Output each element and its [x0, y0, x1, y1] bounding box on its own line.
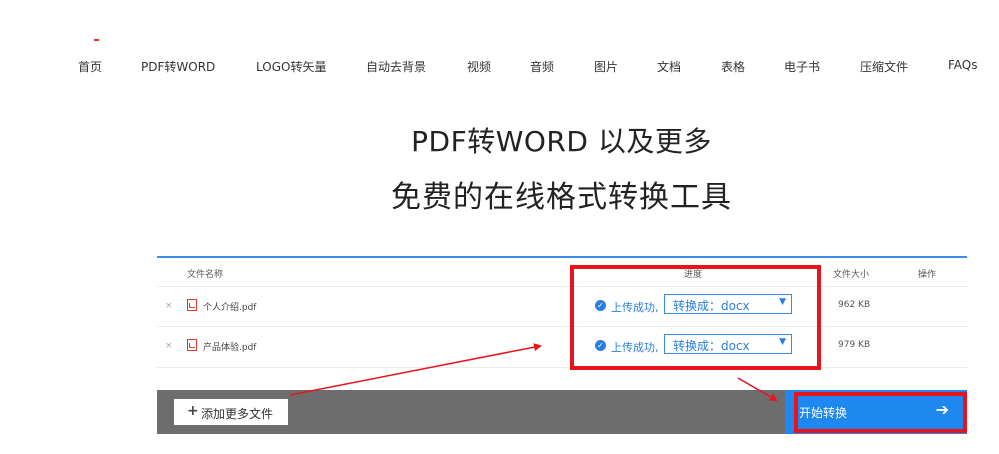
nav-item-archive[interactable]: 压缩文件: [860, 58, 908, 75]
format-select-value: 转换成：docx: [673, 339, 750, 353]
add-more-files-label: 添加更多文件: [201, 407, 274, 421]
nav-item-remove-background[interactable]: 自动去背景: [366, 58, 426, 75]
col-header-action: 操作: [918, 270, 937, 280]
nav-item-faqs[interactable]: FAQs: [948, 58, 978, 72]
arrow-right-icon: ➔: [935, 400, 949, 419]
nav-item-audio[interactable]: 音频: [530, 58, 554, 75]
conversion-panel: 文件名称 进度 文件大小 操作 × 个人介绍.pdf ✓ 上传成功, 转换成：d…: [157, 256, 967, 436]
start-conversion-label: 开始转换: [799, 406, 848, 420]
pdf-file-icon: [187, 339, 197, 351]
top-nav: 首页 PDF转WORD LOGO转矢量 自动去背景 视频 音频 图片 文档 表格…: [0, 58, 999, 76]
plus-icon: +: [187, 403, 199, 419]
nav-item-ebook[interactable]: 电子书: [784, 58, 820, 75]
row-divider: [157, 367, 967, 368]
file-size: 979 KB: [838, 340, 871, 350]
file-name: 个人介绍.pdf: [203, 303, 257, 313]
check-circle-icon: ✓: [595, 340, 606, 351]
logo-mark: [94, 39, 99, 41]
nav-item-spreadsheet[interactable]: 表格: [721, 58, 745, 75]
nav-item-logo-vector[interactable]: LOGO转矢量: [256, 58, 326, 75]
action-bar: + 添加更多文件: [157, 390, 785, 434]
panel-top-border: [157, 256, 967, 258]
nav-item-video[interactable]: 视频: [467, 58, 491, 75]
format-select[interactable]: 转换成：docx ▼: [664, 294, 792, 314]
remove-file-button[interactable]: ×: [165, 341, 173, 351]
add-more-files-button[interactable]: + 添加更多文件: [174, 399, 288, 425]
hero-subtitle: 免费的在线格式转换工具: [391, 180, 732, 215]
start-conversion-button[interactable]: 开始转换 ➔: [785, 390, 967, 434]
pdf-file-icon: [187, 299, 197, 311]
col-header-size: 文件大小: [833, 270, 870, 280]
upload-status: 上传成功,: [611, 341, 659, 354]
col-header-progress: 进度: [684, 270, 703, 280]
nav-item-home[interactable]: 首页: [78, 58, 102, 75]
upload-status: 上传成功,: [611, 301, 659, 314]
nav-item-image[interactable]: 图片: [594, 58, 618, 75]
col-header-name: 文件名称: [187, 270, 224, 280]
check-circle-icon: ✓: [595, 300, 606, 311]
table-row: × 产品体验.pdf ✓ 上传成功, 转换成：docx ▼ 979 KB: [157, 327, 967, 367]
hero-title: PDF转WORD 以及更多: [411, 125, 712, 158]
table-row: × 个人介绍.pdf ✓ 上传成功, 转换成：docx ▼ 962 KB: [157, 287, 967, 327]
nav-item-pdf-to-word[interactable]: PDF转WORD: [141, 58, 215, 75]
chevron-down-icon: ▼: [779, 337, 786, 347]
format-select-value: 转换成：docx: [673, 299, 750, 313]
remove-file-button[interactable]: ×: [165, 301, 173, 311]
nav-item-document[interactable]: 文档: [657, 58, 681, 75]
file-name: 产品体验.pdf: [203, 343, 257, 353]
format-select[interactable]: 转换成：docx ▼: [664, 334, 792, 354]
chevron-down-icon: ▼: [779, 297, 786, 307]
file-size: 962 KB: [838, 300, 871, 310]
